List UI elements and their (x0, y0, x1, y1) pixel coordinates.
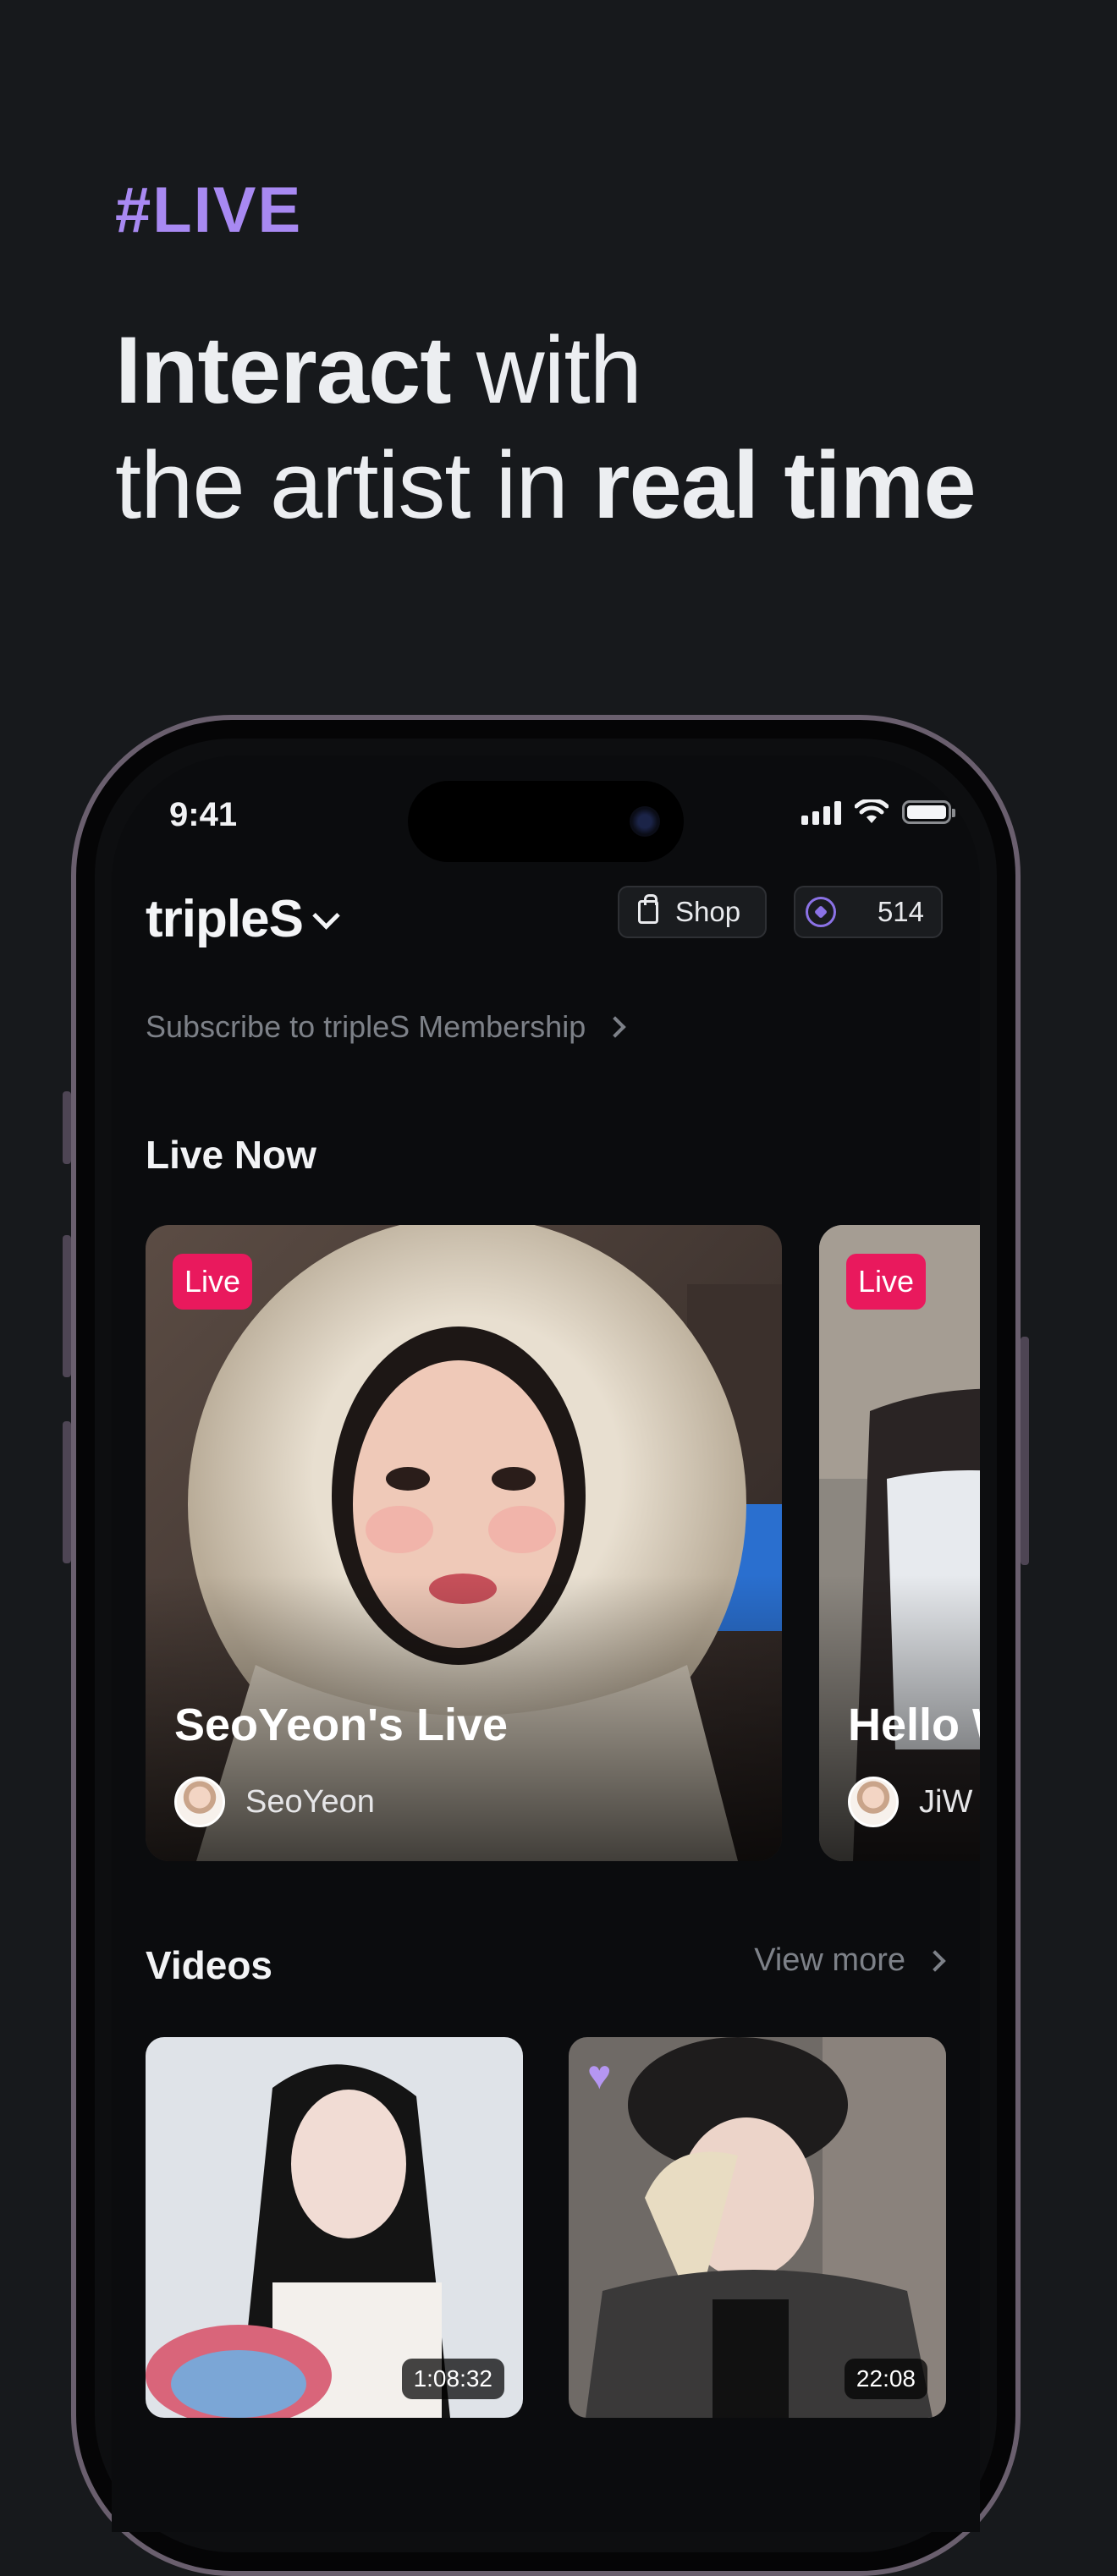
videos-title: Videos (146, 1943, 272, 1987)
live-card-author: JiW (848, 1777, 972, 1827)
app-header: tripleS Shop 514 (146, 882, 943, 950)
live-card-thumbnail (819, 1225, 980, 1861)
hero-title-text-1: with (450, 317, 642, 423)
video-card[interactable]: ♥ 22:08 (569, 2037, 946, 2418)
brand-name: tripleS (146, 890, 304, 948)
chevron-right-icon (924, 1949, 946, 1972)
wifi-icon (855, 799, 889, 823)
chevron-down-icon (312, 902, 340, 930)
live-card[interactable]: Live Hello W JiW (819, 1225, 980, 1861)
hero-title-bold-2: real time (592, 432, 977, 538)
status-time: 9:41 (169, 796, 238, 833)
live-card-thumbnail (146, 1225, 782, 1861)
live-card[interactable]: Live SeoYeon's Live SeoYeon (146, 1225, 782, 1861)
view-more-link[interactable]: View more (754, 1942, 946, 1979)
live-card-title: SeoYeon's Live (174, 1700, 509, 1750)
avatar (848, 1777, 899, 1827)
video-card[interactable]: 1:08:32 (146, 2037, 523, 2418)
hero-title-text-2: the artist in (115, 432, 593, 538)
camera-lens-icon (630, 806, 660, 837)
hero-title: Interact with the artist in real time (115, 313, 977, 543)
live-badge: Live (173, 1254, 253, 1310)
phone-side-button-power (1021, 1337, 1029, 1565)
chevron-right-icon (604, 1016, 626, 1038)
live-now-title: Live Now (146, 1133, 316, 1177)
author-name: SeoYeon (245, 1783, 375, 1820)
coin-count: 514 (877, 896, 924, 927)
phone-side-button-action (63, 1091, 71, 1164)
subscribe-text: Subscribe to tripleS Membership (146, 1009, 586, 1044)
live-card-author: SeoYeon (174, 1777, 375, 1827)
phone-screen: 9:41 tripleS Shop 514 Subscribe to tripl… (112, 755, 980, 2532)
coin-balance-button[interactable]: 514 (794, 886, 943, 938)
video-duration: 22:08 (844, 2359, 927, 2399)
status-icons (801, 799, 955, 825)
live-badge: Live (846, 1254, 927, 1310)
battery-icon (902, 800, 955, 824)
artist-selector[interactable]: tripleS (146, 889, 340, 949)
coin-icon (806, 897, 836, 927)
heart-sticker-icon: ♥ (587, 2053, 612, 2098)
hero-tag: #LIVE (115, 174, 303, 246)
dynamic-island (408, 781, 684, 862)
author-name: JiW (919, 1783, 973, 1820)
phone-side-button-volume-down (63, 1421, 71, 1563)
subscribe-membership-link[interactable]: Subscribe to tripleS Membership (146, 1009, 626, 1045)
live-card-title: Hello W (848, 1700, 980, 1750)
video-duration: 1:08:32 (401, 2359, 504, 2399)
avatar (174, 1777, 225, 1827)
signal-icon (801, 799, 841, 825)
shopping-bag-icon (638, 894, 658, 924)
shop-button[interactable]: Shop (618, 886, 767, 938)
shop-button-label: Shop (675, 896, 741, 927)
hero-title-bold-1: Interact (115, 317, 452, 423)
view-more-label: View more (754, 1942, 905, 1978)
phone-side-button-volume-up (63, 1235, 71, 1377)
